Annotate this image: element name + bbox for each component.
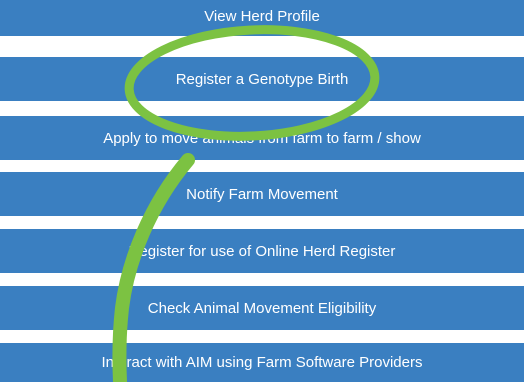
menu-item-label: Check Animal Movement Eligibility <box>147 299 377 317</box>
check-movement-eligibility-button[interactable]: Check Animal Movement Eligibility <box>0 286 524 330</box>
menu-item-label: View Herd Profile <box>204 7 320 25</box>
menu-item-label: Register a Genotype Birth <box>175 70 349 88</box>
apply-to-move-animals-button[interactable]: Apply to move animals from farm to farm … <box>0 116 524 160</box>
menu-item-label: Interact with AIM using Farm Software Pr… <box>101 354 423 371</box>
service-menu: View Herd Profile Register a Genotype Bi… <box>0 0 524 382</box>
notify-farm-movement-button[interactable]: Notify Farm Movement <box>0 172 524 216</box>
register-genotype-birth-button[interactable]: Register a Genotype Birth <box>0 57 524 101</box>
menu-item-label: Apply to move animals from farm to farm … <box>103 129 421 147</box>
menu-item-label: Register for use of Online Herd Register <box>128 242 396 260</box>
farm-software-providers-button[interactable]: Interact with AIM using Farm Software Pr… <box>0 343 524 382</box>
menu-item-label: Notify Farm Movement <box>186 185 338 203</box>
register-online-herd-register-button[interactable]: Register for use of Online Herd Register <box>0 229 524 273</box>
view-herd-profile-button[interactable]: View Herd Profile <box>0 0 524 36</box>
